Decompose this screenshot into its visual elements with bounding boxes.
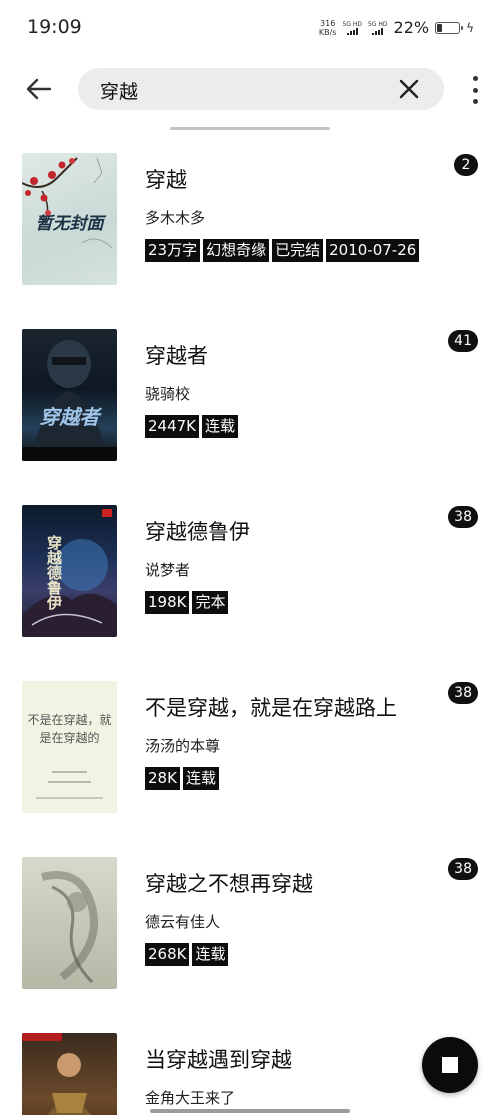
source-count-badge: 38 <box>448 506 478 528</box>
tag-status: 完本 <box>192 591 229 614</box>
network-speed-unit: KB/s <box>318 27 337 37</box>
sim2-signal-icon: 5G HD <box>368 21 388 35</box>
sim1-label: 5G HD <box>342 20 362 28</box>
battery-icon <box>435 21 464 34</box>
battery-level-fill <box>437 23 442 32</box>
status-bar: 19:09 316 KB/s 5G HD 5G HD 22% ϟ <box>0 0 500 58</box>
stop-search-button[interactable] <box>422 1037 478 1093</box>
source-count-badge: 38 <box>448 682 478 704</box>
tag-word-count: 268K <box>145 943 190 966</box>
book-author: 汤汤的本尊 <box>145 737 221 755</box>
book-cover: 穿越德鲁伊 <box>22 505 117 637</box>
cover-landscape-art <box>22 509 117 637</box>
network-speed: 316 KB/s <box>319 19 337 37</box>
close-icon <box>399 79 419 99</box>
tag-word-count: 2447K <box>145 415 200 438</box>
book-cover: 不是在穿越，就是在穿越的 <box>22 681 117 813</box>
book-item[interactable]: 不是在穿越，就是在穿越的 不是穿越，就是在穿越路上 汤汤的本尊 28K 连载 3… <box>0 678 500 818</box>
book-title: 穿越 <box>145 168 187 192</box>
cover-title: 穿越者 <box>39 405 100 429</box>
tag-word-count: 28K <box>145 767 180 790</box>
more-vertical-icon-dot <box>472 76 478 81</box>
more-options-button[interactable] <box>470 76 480 104</box>
sim1-signal-icon: 5G HD <box>342 21 362 35</box>
cover-text-lines-art <box>36 771 103 799</box>
tag-genre: 幻想奇缘 <box>203 239 270 262</box>
book-item[interactable]: 穿越者 穿越者 骁骑校 2447K 连载 41 <box>0 326 500 466</box>
tag-word-count: 198K <box>145 591 190 614</box>
book-title: 穿越者 <box>145 344 208 368</box>
book-author: 德云有佳人 <box>145 913 221 931</box>
battery-percent: 22% <box>393 18 430 37</box>
cover-figure-art <box>22 340 117 461</box>
network-speed-value: 316 <box>320 18 336 28</box>
book-item[interactable]: 穿越德鲁伊 穿越德鲁伊 说梦者 198K 完本 38 <box>0 502 500 642</box>
book-author: 说梦者 <box>145 561 191 579</box>
cover-warrior-art <box>22 1033 92 1115</box>
source-count-badge: 2 <box>454 154 478 176</box>
search-header: 穿越 <box>0 60 500 118</box>
book-tags: 2447K 连载 <box>145 415 239 438</box>
status-time: 19:09 <box>27 16 82 38</box>
pull-handle <box>170 127 330 130</box>
status-indicators: 316 KB/s 5G HD 5G HD 22% ϟ <box>319 18 474 37</box>
more-vertical-icon-dot <box>472 87 478 93</box>
book-title: 穿越之不想再穿越 <box>145 872 313 896</box>
search-input[interactable]: 穿越 <box>78 68 444 110</box>
book-cover: 穿越者 <box>22 329 117 461</box>
book-title: 穿越德鲁伊 <box>145 520 250 544</box>
home-indicator <box>150 1109 350 1113</box>
book-author: 金角大王来了 <box>145 1089 236 1107</box>
charging-icon: ϟ <box>466 20 474 35</box>
tag-status: 连载 <box>202 415 239 438</box>
book-cover: 暂无封面 <box>22 153 117 285</box>
book-tags: 28K 连载 <box>145 767 219 790</box>
book-title: 不是穿越，就是在穿越路上 <box>145 696 397 720</box>
book-author: 多木木多 <box>145 209 206 227</box>
tag-word-count: 23万字 <box>145 239 201 262</box>
sim2-label: 5G HD <box>368 20 388 28</box>
source-count-badge: 38 <box>448 858 478 880</box>
book-author: 骁骑校 <box>145 385 191 403</box>
book-title: 当穿越遇到穿越 <box>145 1048 292 1072</box>
cover-ink-art <box>41 871 98 984</box>
book-cover <box>22 1033 117 1115</box>
clear-search-button[interactable] <box>396 76 422 102</box>
book-cover <box>22 857 117 989</box>
book-item[interactable]: 暂无封面 穿越 多木木多 23万字 幻想奇缘 已完结 2010-07-26 2 <box>0 150 500 290</box>
source-count-badge: 41 <box>448 330 478 352</box>
book-item[interactable]: 穿越之不想再穿越 德云有佳人 268K 连载 38 <box>0 854 500 994</box>
more-vertical-icon-dot <box>472 99 478 104</box>
cover-title: 穿越德鲁伊 <box>45 534 63 610</box>
tag-status: 已完结 <box>272 239 324 262</box>
tag-status: 连载 <box>182 767 219 790</box>
stop-icon <box>442 1057 458 1073</box>
tag-date: 2010-07-26 <box>326 239 420 262</box>
search-query-text[interactable]: 穿越 <box>100 77 138 104</box>
book-tags: 268K 连载 <box>145 943 229 966</box>
book-tags: 23万字 幻想奇缘 已完结 2010-07-26 <box>145 239 420 262</box>
back-button[interactable] <box>22 72 56 106</box>
tag-status: 连载 <box>192 943 229 966</box>
book-tags: 198K 完本 <box>145 591 229 614</box>
cover-title: 暂无封面 <box>35 214 104 234</box>
arrow-left-icon <box>26 78 52 100</box>
